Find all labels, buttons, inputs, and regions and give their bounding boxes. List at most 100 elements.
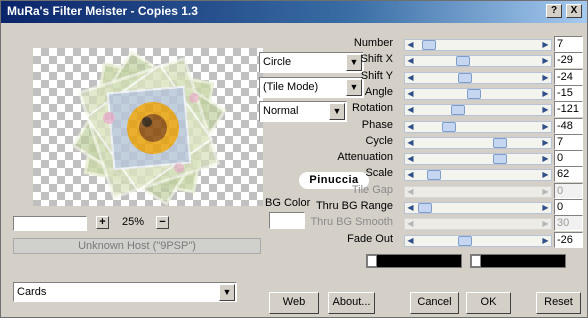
arrow-left-icon[interactable]: ◀: [405, 89, 416, 99]
param-label-tile-gap: Tile Gap: [351, 183, 393, 196]
arrow-left-icon[interactable]: ◀: [405, 219, 416, 229]
param-label-thru-bg-smooth: Thru BG Smooth: [310, 216, 393, 229]
param-value-shift-y[interactable]: -24: [554, 68, 583, 85]
preview-color-field[interactable]: [13, 216, 87, 231]
arrow-right-icon[interactable]: ▶: [540, 203, 551, 213]
arrow-left-icon[interactable]: ◀: [405, 56, 416, 66]
zoom-level: 25%: [122, 216, 145, 228]
param-value-phase[interactable]: -48: [554, 117, 583, 134]
arrow-left-icon[interactable]: ◀: [405, 122, 416, 132]
arrow-left-icon[interactable]: ◀: [405, 105, 416, 115]
param-value-scale[interactable]: 62: [554, 166, 583, 183]
arrow-right-icon[interactable]: ▶: [540, 56, 551, 66]
param-slider-attenuation[interactable]: ◀ ▶: [404, 153, 552, 166]
arrow-right-icon[interactable]: ▶: [540, 73, 551, 83]
gradient-knob-right[interactable]: [471, 255, 481, 267]
ok-button[interactable]: OK: [466, 292, 511, 314]
param-label-fade-out: Fade Out: [347, 232, 393, 245]
slider-thumb[interactable]: [458, 72, 472, 83]
arrow-left-icon[interactable]: ◀: [405, 203, 416, 213]
window-title: MuRa's Filter Meister - Copies 1.3: [7, 4, 198, 18]
param-slider-phase[interactable]: ◀ ▶: [404, 120, 552, 133]
arrow-right-icon[interactable]: ▶: [540, 154, 551, 164]
param-row-thru-bg-smooth: Thru BG Smooth ◀ ▶ 30: [293, 215, 583, 232]
arrow-left-icon[interactable]: ◀: [405, 187, 416, 197]
help-button[interactable]: ?: [546, 4, 562, 18]
about-button[interactable]: About...: [328, 292, 375, 314]
param-label-thru-bg-range: Thru BG Range: [315, 200, 393, 212]
shape-select-value: Circle: [263, 56, 292, 68]
param-value-angle[interactable]: -15: [554, 84, 583, 101]
param-label-number: Number: [353, 37, 393, 49]
zoom-in-button[interactable]: +: [96, 216, 109, 229]
zoom-out-button[interactable]: −: [156, 216, 169, 229]
param-value-cycle[interactable]: 7: [554, 133, 583, 150]
param-value-fade-out[interactable]: -26: [554, 231, 583, 248]
param-row-attenuation: Attenuation ◀ ▶ 0: [293, 150, 583, 167]
param-slider-tile-gap[interactable]: ◀ ▶: [404, 185, 552, 198]
arrow-left-icon[interactable]: ◀: [405, 40, 416, 50]
arrow-right-icon[interactable]: ▶: [540, 138, 551, 148]
slider-thumb[interactable]: [467, 88, 481, 99]
arrow-right-icon[interactable]: ▶: [540, 122, 551, 132]
param-label-angle: Angle: [364, 85, 393, 98]
param-slider-thru-bg-range[interactable]: ◀ ▶: [404, 202, 552, 214]
param-value-tile-gap[interactable]: 0: [554, 182, 583, 199]
slider-thumb[interactable]: [458, 235, 472, 246]
arrow-right-icon[interactable]: ▶: [540, 219, 551, 229]
gradient-knob-left[interactable]: [367, 255, 377, 267]
preset-select[interactable]: Cards ▼: [13, 282, 237, 302]
param-row-number: Number ◀ ▶ 7: [293, 36, 583, 52]
param-slider-rotation[interactable]: ◀ ▶: [404, 104, 552, 117]
param-row-angle: Angle ◀ ▶ -15: [293, 84, 583, 101]
param-value-shift-x[interactable]: -29: [554, 52, 583, 69]
title-bar: MuRa's Filter Meister - Copies 1.3 ? X: [1, 1, 587, 23]
gradient-bar-left[interactable]: [366, 254, 462, 268]
param-slider-shift-y[interactable]: ◀ ▶: [404, 71, 552, 84]
arrow-right-icon[interactable]: ▶: [540, 40, 551, 50]
arrow-left-icon[interactable]: ◀: [405, 138, 416, 148]
param-value-attenuation[interactable]: 0: [554, 150, 583, 167]
param-slider-scale[interactable]: ◀ ▶: [404, 169, 552, 182]
gradient-bar-right[interactable]: [470, 254, 566, 268]
param-slider-fade-out[interactable]: ◀ ▶: [404, 234, 552, 247]
param-slider-thru-bg-smooth[interactable]: ◀ ▶: [404, 218, 552, 231]
slider-thumb[interactable]: [418, 203, 432, 213]
arrow-right-icon[interactable]: ▶: [540, 236, 551, 246]
close-button[interactable]: X: [566, 4, 582, 18]
arrow-right-icon[interactable]: ▶: [540, 187, 551, 197]
image-preview[interactable]: [33, 48, 263, 206]
slider-thumb[interactable]: [456, 56, 470, 67]
arrow-left-icon[interactable]: ◀: [405, 236, 416, 246]
param-slider-shift-x[interactable]: ◀ ▶: [404, 55, 552, 68]
param-row-cycle: Cycle ◀ ▶ 7: [293, 133, 583, 150]
arrow-right-icon[interactable]: ▶: [540, 170, 551, 180]
param-label-phase: Phase: [361, 118, 393, 131]
param-value-thru-bg-smooth[interactable]: 30: [554, 215, 583, 232]
param-row-scale: Scale ◀ ▶ 62: [293, 166, 583, 183]
param-slider-angle[interactable]: ◀ ▶: [404, 87, 552, 100]
param-value-thru-bg-range[interactable]: 0: [554, 199, 583, 215]
param-value-rotation[interactable]: -121: [554, 101, 583, 118]
param-label-rotation: Rotation: [352, 102, 393, 115]
arrow-right-icon[interactable]: ▶: [540, 105, 551, 115]
arrow-right-icon[interactable]: ▶: [540, 89, 551, 99]
chevron-down-icon[interactable]: ▼: [219, 284, 235, 301]
reset-button[interactable]: Reset: [536, 292, 581, 314]
slider-thumb[interactable]: [427, 170, 441, 181]
arrow-left-icon[interactable]: ◀: [405, 73, 416, 83]
slider-thumb[interactable]: [422, 40, 436, 50]
param-slider-cycle[interactable]: ◀ ▶: [404, 136, 552, 149]
slider-thumb[interactable]: [442, 121, 456, 132]
arrow-left-icon[interactable]: ◀: [405, 154, 416, 164]
slider-thumb[interactable]: [493, 137, 507, 148]
cancel-button[interactable]: Cancel: [410, 292, 459, 314]
arrow-left-icon[interactable]: ◀: [405, 170, 416, 180]
slider-thumb[interactable]: [493, 154, 507, 165]
param-slider-number[interactable]: ◀ ▶: [404, 39, 552, 51]
param-row-fade-out: Fade Out ◀ ▶ -26: [293, 231, 583, 248]
param-row-rotation: Rotation ◀ ▶ -121: [293, 101, 583, 118]
param-value-number[interactable]: 7: [554, 36, 583, 52]
web-button[interactable]: Web: [269, 292, 319, 314]
slider-thumb[interactable]: [451, 105, 465, 116]
